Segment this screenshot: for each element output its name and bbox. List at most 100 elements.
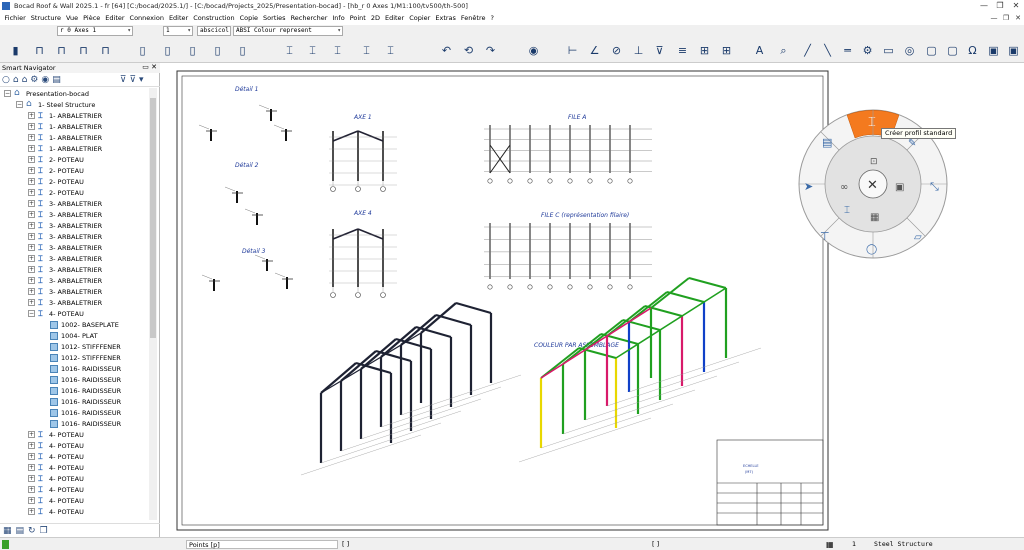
- menu-construction[interactable]: Construction: [191, 14, 237, 22]
- dropdown-icon[interactable]: ▾: [139, 75, 144, 85]
- tree-item[interactable]: + ⌶ 1- ARBALETRIER: [28, 143, 102, 154]
- menu-rechercher[interactable]: Rechercher: [288, 14, 330, 22]
- expand-icon[interactable]: +: [28, 288, 35, 295]
- settings-icon[interactable]: ⚙: [30, 75, 38, 85]
- menu-copie[interactable]: Copie: [237, 14, 260, 22]
- collapse-icon[interactable]: −: [28, 310, 35, 317]
- tree-item[interactable]: + ⌶ 3- ARBALETRIER: [28, 275, 102, 286]
- menu-editer-3[interactable]: Editer: [382, 14, 406, 22]
- navigator-controls[interactable]: ▭ ✕: [142, 63, 157, 71]
- tree-item[interactable]: + ⌶ 3- ARBALETRIER: [28, 264, 102, 275]
- tree-item[interactable]: − ⌂ 1- Steel Structure: [16, 99, 95, 110]
- column-icon[interactable]: ▯: [233, 41, 252, 60]
- tree-item[interactable]: + ⌶ 3- ARBALETRIER: [28, 231, 102, 242]
- expand-icon[interactable]: +: [28, 475, 35, 482]
- tree-item[interactable]: + ⌶ 4- POTEAU: [28, 451, 84, 462]
- tree-item[interactable]: + ⌶ 3- ARBALETRIER: [28, 220, 102, 231]
- menu-editer-2[interactable]: Editer: [166, 14, 190, 22]
- layers-icon[interactable]: ▦: [826, 540, 834, 549]
- circle-icon[interactable]: ○: [2, 75, 10, 85]
- menu-sorties[interactable]: Sorties: [261, 14, 289, 22]
- omega-icon[interactable]: Ω: [963, 41, 982, 60]
- expand-icon[interactable]: +: [28, 431, 35, 438]
- expand-icon[interactable]: +: [28, 145, 35, 152]
- expand-icon[interactable]: +: [28, 244, 35, 251]
- elevation-icon[interactable]: ≡: [673, 41, 692, 60]
- tree-item[interactable]: + ⌶ 3- ARBALETRIER: [28, 297, 102, 308]
- expand-icon[interactable]: +: [28, 211, 35, 218]
- window-icon[interactable]: ▣: [895, 182, 904, 193]
- tree-item[interactable]: + ⌶ 2- POTEAU: [28, 165, 84, 176]
- tree-item[interactable]: − ⌶ 4- POTEAU: [28, 308, 84, 319]
- tree-item[interactable]: + ⌶ 2- POTEAU: [28, 176, 84, 187]
- expand-icon[interactable]: +: [28, 508, 35, 515]
- expand-icon[interactable]: +: [28, 299, 35, 306]
- globe-icon[interactable]: ◉: [524, 41, 543, 60]
- tree-item[interactable]: + ⌶ 4- POTEAU: [28, 495, 84, 506]
- menu-extras[interactable]: Extras: [433, 14, 459, 22]
- arrow-icon[interactable]: ➤: [804, 180, 813, 193]
- view-combo[interactable]: r 0 Axes 1 ▾: [57, 26, 133, 36]
- tree-item[interactable]: 1016- RAIDISSEUR: [40, 374, 121, 385]
- i-profile-icon[interactable]: ⌶: [280, 41, 299, 60]
- tree-item[interactable]: + ⌶ 3- ARBALETRIER: [28, 253, 102, 264]
- rotate-icon[interactable]: ⟲: [459, 41, 478, 60]
- tree-item[interactable]: 1002- BASEPLATE: [40, 319, 119, 330]
- tree-item[interactable]: + ⌶ 4- POTEAU: [28, 506, 84, 517]
- expand-icon[interactable]: +: [28, 453, 35, 460]
- profile-icon[interactable]: ▮: [6, 41, 25, 60]
- expand-icon[interactable]: +: [28, 222, 35, 229]
- beam-icon[interactable]: ⊓: [74, 41, 93, 60]
- tree-item[interactable]: + ⌶ 3- ARBALETRIER: [28, 209, 102, 220]
- edit-icon[interactable]: ✎: [908, 138, 916, 149]
- tree-item[interactable]: + ⌶ 4- POTEAU: [28, 462, 84, 473]
- plate-icon[interactable]: ▦: [870, 212, 879, 223]
- expand-icon[interactable]: +: [28, 497, 35, 504]
- expand-icon[interactable]: +: [28, 233, 35, 240]
- column-icon[interactable]: ▯: [133, 41, 152, 60]
- angle-icon[interactable]: ∠: [585, 41, 604, 60]
- beam-icon[interactable]: ⊓: [30, 41, 49, 60]
- tree-item[interactable]: + ⌶ 3- ARBALETRIER: [28, 286, 102, 297]
- close-button[interactable]: ✕: [1008, 0, 1024, 12]
- menu-info[interactable]: Info: [330, 14, 347, 22]
- mode-field[interactable]: Points [p]: [186, 540, 338, 549]
- expand-icon[interactable]: +: [28, 167, 35, 174]
- diameter-icon[interactable]: ⊘: [607, 41, 626, 60]
- tree-scrollbar[interactable]: [149, 88, 157, 520]
- beam-icon[interactable]: ⊓: [96, 41, 115, 60]
- tree-item[interactable]: 1004- PLAT: [40, 330, 98, 341]
- tree-item[interactable]: 1016- RAIDISSEUR: [40, 418, 121, 429]
- home-icon[interactable]: ⌂: [22, 75, 28, 85]
- menu-editer[interactable]: Editer: [103, 14, 127, 22]
- expand-icon[interactable]: +: [28, 123, 35, 130]
- copy-icon[interactable]: ❐: [40, 526, 48, 536]
- expand-icon[interactable]: +: [28, 464, 35, 471]
- tree-item[interactable]: 1016- RAIDISSEUR: [40, 396, 121, 407]
- collapse-icon[interactable]: −: [4, 90, 11, 97]
- menu-piece[interactable]: Pièce: [81, 14, 103, 22]
- menu-fichier[interactable]: Fichier: [2, 14, 28, 22]
- i-profile-icon[interactable]: ⌶: [381, 41, 400, 60]
- mdi-restore-button[interactable]: ❐: [1000, 12, 1012, 24]
- tree-item[interactable]: + ⌶ 4- POTEAU: [28, 473, 84, 484]
- column-icon[interactable]: ▯: [183, 41, 202, 60]
- frame-icon[interactable]: ⊡: [870, 157, 878, 167]
- tree-item[interactable]: + ⌶ 3- ARBALETRIER: [28, 242, 102, 253]
- count-combo[interactable]: 1 ▾: [163, 26, 193, 36]
- rectangle-icon[interactable]: ▭: [879, 41, 898, 60]
- expand-icon[interactable]: +: [28, 277, 35, 284]
- expand-icon[interactable]: +: [28, 112, 35, 119]
- tree-item[interactable]: + ⌶ 4- POTEAU: [28, 429, 84, 440]
- grid-icon[interactable]: ⊞: [695, 41, 714, 60]
- tree-item[interactable]: + ⌶ 1- ARBALETRIER: [28, 132, 102, 143]
- menu-fenetre[interactable]: Fenêtre: [458, 14, 488, 22]
- ellipse-icon[interactable]: ◯: [866, 244, 877, 255]
- plate-icon[interactable]: ▤: [822, 136, 832, 149]
- image-icon[interactable]: ▣: [984, 41, 1003, 60]
- up-icon[interactable]: ⌂: [13, 75, 19, 85]
- frame-icon[interactable]: ▢: [922, 41, 941, 60]
- dimension-icon[interactable]: ⊢: [563, 41, 582, 60]
- move-icon[interactable]: ⤡: [930, 180, 939, 193]
- column-icon[interactable]: ▯: [208, 41, 227, 60]
